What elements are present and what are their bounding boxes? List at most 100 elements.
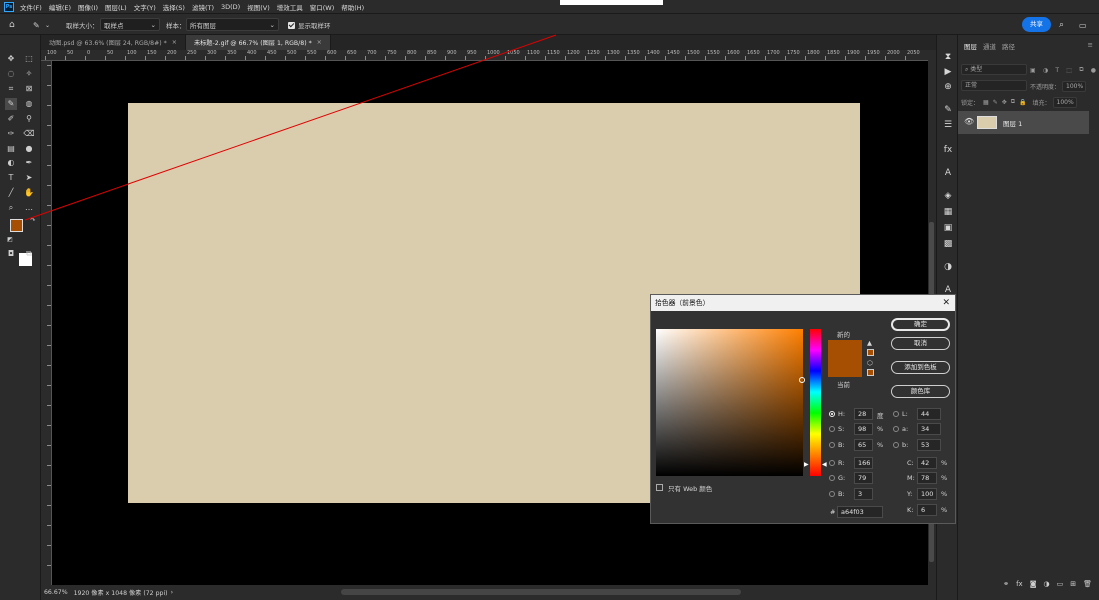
character-icon[interactable]: A	[941, 166, 955, 180]
new-layer-icon[interactable]: ⊞	[1070, 580, 1076, 594]
spot-heal-icon[interactable]: ◍	[23, 98, 35, 110]
zoom-level[interactable]: 66.67%	[44, 589, 68, 596]
radio-l[interactable]	[893, 411, 899, 417]
pixel-filter-icon[interactable]: ▣	[1030, 67, 1036, 74]
input-g[interactable]: 79	[854, 472, 873, 484]
menu-view[interactable]: 视图(V)	[247, 2, 270, 12]
gamut-color-swatch[interactable]	[867, 349, 874, 356]
web-only-checkbox[interactable]	[656, 484, 663, 491]
web-safe-color-swatch[interactable]	[867, 369, 874, 376]
lock-position-icon[interactable]: ✥	[1002, 99, 1007, 106]
gradient-panel-icon[interactable]: ▣	[941, 221, 955, 235]
share-button[interactable]: 共享	[1022, 17, 1051, 32]
eyedropper-tool-icon[interactable]: ✎	[5, 98, 17, 110]
filter-toggle-icon[interactable]: ●	[1091, 67, 1096, 74]
new-group-icon[interactable]: ▭	[1057, 580, 1064, 594]
hand-tool-icon[interactable]: ✋	[23, 187, 35, 199]
input-lab-b[interactable]: 53	[917, 439, 941, 451]
tab-document-1[interactable]: 动图.psd @ 63.6% (图层 24, RGB/8#) * ×	[41, 35, 186, 50]
radio-r[interactable]	[829, 460, 835, 466]
radio-h[interactable]	[829, 411, 835, 417]
filter-type-dropdown[interactable]: ⌕ 类型	[961, 64, 1027, 75]
menu-help[interactable]: 帮助(H)	[341, 2, 364, 12]
ok-button[interactable]: 确定	[891, 318, 950, 331]
eraser-tool-icon[interactable]: ⌫	[23, 128, 35, 140]
fx-icon[interactable]: fx	[1016, 580, 1023, 594]
menu-edit[interactable]: 编辑(E)	[49, 2, 71, 12]
lock-all-icon[interactable]: 🔒	[1019, 99, 1026, 106]
path-select-icon[interactable]: ➤	[23, 172, 35, 184]
hue-arrow-left-icon[interactable]: ▶	[804, 461, 809, 468]
cancel-button[interactable]: 取消	[891, 337, 950, 350]
color-marker[interactable]	[799, 377, 805, 383]
history-brush-icon[interactable]: ✑	[5, 128, 17, 140]
input-y[interactable]: 100	[917, 488, 937, 500]
brush-tool-icon[interactable]: ✐	[5, 113, 17, 125]
zoom-tool-icon[interactable]: ⌕	[5, 202, 17, 214]
quick-mask-icon[interactable]: ◘	[5, 248, 17, 260]
add-to-swatches-button[interactable]: 添加到色板	[891, 361, 950, 374]
close-icon[interactable]: ✕	[942, 295, 950, 311]
menu-3d[interactable]: 3D(D)	[221, 3, 240, 11]
input-l[interactable]: 44	[917, 408, 941, 420]
menu-window[interactable]: 窗口(W)	[310, 2, 335, 12]
more-tools-icon[interactable]: …	[23, 202, 35, 214]
radio-s[interactable]	[829, 426, 835, 432]
actions-play-icon[interactable]: ▶	[941, 65, 955, 79]
chevron-down-icon[interactable]: ⌄	[45, 19, 50, 31]
crop-tool-icon[interactable]: ⌗	[5, 83, 17, 95]
eyedropper-icon[interactable]: ✎	[33, 19, 40, 31]
adjustments-icon[interactable]: ◑	[941, 260, 955, 274]
patterns-icon[interactable]: ▩	[941, 237, 955, 251]
adjustment-filter-icon[interactable]: ◑	[1043, 67, 1048, 74]
brush-settings-icon[interactable]: ✎	[941, 103, 955, 117]
transform-icon[interactable]: ⊕	[941, 80, 955, 94]
swatches-grid-icon[interactable]: ▦	[941, 205, 955, 219]
menu-file[interactable]: 文件(F)	[20, 2, 42, 12]
menu-type[interactable]: 文字(Y)	[134, 2, 156, 12]
color-libraries-button[interactable]: 颜色库	[891, 385, 950, 398]
fill-input[interactable]: 100%	[1052, 96, 1077, 108]
visibility-eye-icon[interactable]: 👁	[964, 117, 974, 126]
add-mask-icon[interactable]: ◙	[1030, 580, 1037, 594]
saturation-brightness-field[interactable]	[656, 329, 805, 476]
screen-mode-icon[interactable]: ⧉	[23, 248, 35, 260]
panel-menu-icon[interactable]: ≡	[1088, 41, 1093, 53]
shape-filter-icon[interactable]: ⬚	[1066, 67, 1072, 74]
input-m[interactable]: 78	[917, 472, 937, 484]
current-color-swatch[interactable]	[828, 359, 862, 377]
type-filter-icon[interactable]: T	[1055, 67, 1059, 74]
dodge-tool-icon[interactable]: ◐	[5, 157, 17, 169]
lock-transparent-icon[interactable]: ▦	[983, 99, 989, 106]
lock-pixels-icon[interactable]: ✎	[993, 99, 998, 106]
adjust-sliders-icon[interactable]: ☰	[941, 118, 955, 132]
blend-mode-dropdown[interactable]: 正常	[961, 80, 1027, 91]
menu-layer[interactable]: 图层(L)	[105, 2, 127, 12]
hue-slider[interactable]	[810, 329, 821, 476]
input-b[interactable]: 65	[854, 439, 873, 451]
web-safe-cube-icon[interactable]: ⬡	[867, 359, 873, 367]
radio-b[interactable]	[829, 442, 835, 448]
input-r[interactable]: 166	[854, 457, 873, 469]
lasso-tool-icon[interactable]: ◌	[5, 68, 17, 80]
gamut-warning-icon[interactable]: ▲	[867, 339, 872, 347]
history-icon[interactable]: ⧗	[941, 50, 955, 64]
horizontal-scrollbar[interactable]	[341, 589, 741, 595]
input-c[interactable]: 42	[917, 457, 937, 469]
input-hex[interactable]: a64f03	[837, 506, 883, 518]
chevron-right-icon[interactable]: ›	[171, 589, 173, 596]
input-h[interactable]: 28	[854, 408, 873, 420]
layer-item[interactable]: 👁 图层 1	[958, 111, 1089, 134]
trash-icon[interactable]: 🗑	[1083, 580, 1092, 594]
artboard-tool-icon[interactable]: ⬚	[23, 53, 35, 65]
adjustment-layer-icon[interactable]: ◑	[1044, 580, 1050, 594]
pen-tool-icon[interactable]: ✒	[23, 157, 35, 169]
default-colors-icon[interactable]: ◩	[4, 234, 16, 246]
blur-tool-icon[interactable]: ●	[23, 143, 35, 155]
sample-dropdown[interactable]: 所有图层 ⌄	[186, 18, 279, 31]
radio-a[interactable]	[893, 426, 899, 432]
input-s[interactable]: 98	[854, 423, 873, 435]
tab-document-2[interactable]: 未标题-2.gif @ 66.7% (图层 1, RGB/8) * ×	[185, 35, 331, 50]
menu-select[interactable]: 选择(S)	[163, 2, 185, 12]
line-tool-icon[interactable]: ╱	[5, 187, 17, 199]
